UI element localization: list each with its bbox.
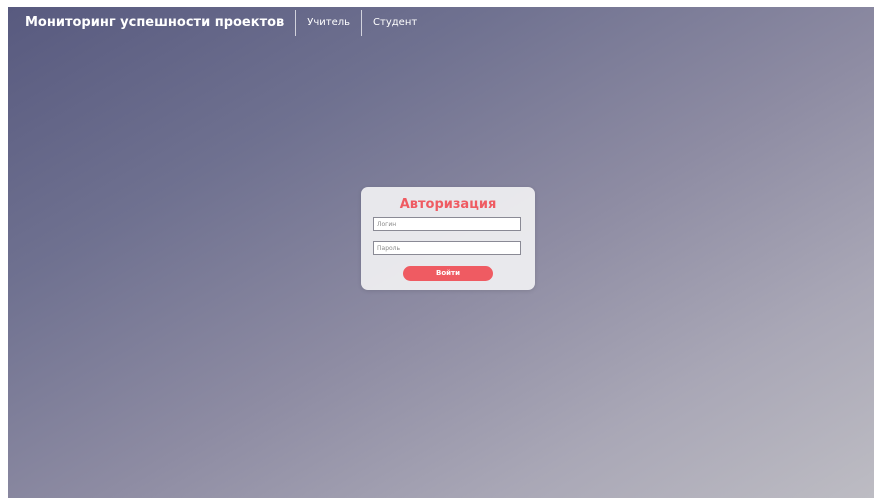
page-background: Мониторинг успешности проектов Учитель С… [8,7,874,498]
nav-link-teacher[interactable]: Учитель [296,7,361,39]
password-input[interactable] [373,241,521,255]
top-navigation-bar: Мониторинг успешности проектов Учитель С… [8,7,428,39]
brand-title[interactable]: Мониторинг успешности проектов [8,7,295,39]
login-button[interactable]: Войти [403,266,493,281]
login-title: Авторизация [399,197,497,212]
nav-link-student[interactable]: Студент [362,7,428,39]
login-input[interactable] [373,217,521,231]
login-card: Авторизация Войти [361,187,535,290]
